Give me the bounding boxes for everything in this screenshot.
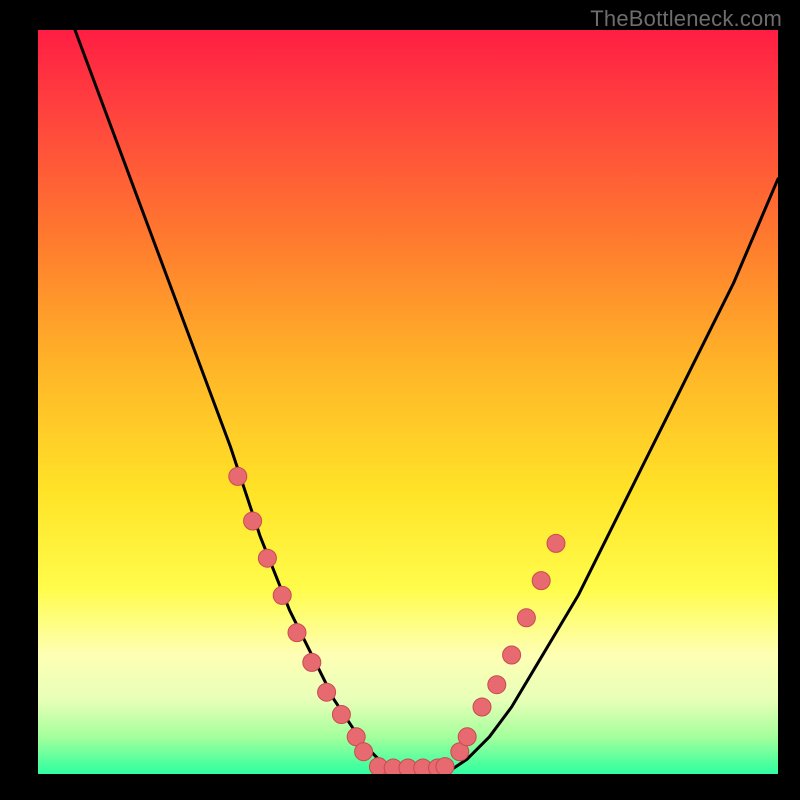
bottleneck-curve: [75, 30, 778, 774]
curve-layer: [38, 30, 778, 774]
chart-frame: TheBottleneck.com: [0, 0, 800, 800]
watermark-text: TheBottleneck.com: [590, 6, 782, 32]
marker-cluster: [229, 467, 565, 774]
plot-area: [38, 30, 778, 774]
